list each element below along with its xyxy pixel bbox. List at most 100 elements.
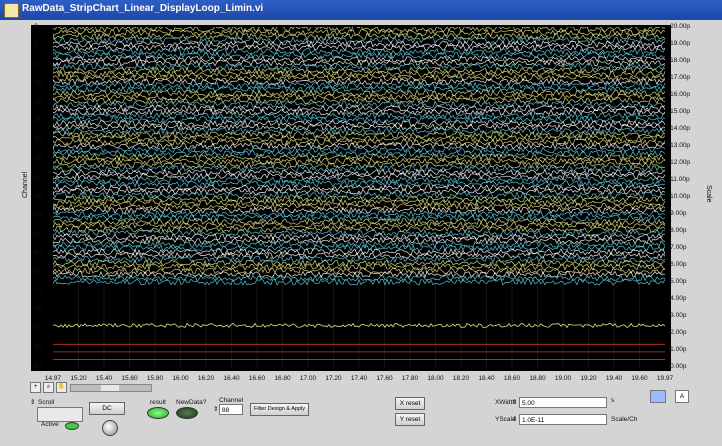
result-led [147, 407, 169, 419]
scale-tick: -13.00p [668, 142, 691, 149]
time-tick: 15.20 [70, 375, 87, 382]
time-tick: 18.60 [503, 375, 521, 382]
yscale-unit: Scale/Ch [611, 416, 638, 423]
channel-tick: 15- [34, 79, 44, 87]
y-axis-title: Channel [22, 171, 29, 198]
scroll-label: Scroll [38, 399, 55, 406]
scroll-spinner-icon[interactable]: ⇕ [30, 398, 35, 406]
time-tick: 19.00 [554, 375, 572, 382]
time-tick: 15.40 [95, 375, 113, 382]
time-tick: 16.00 [172, 375, 189, 382]
time-tick: 19.60 [631, 375, 648, 382]
cursor-tool-icon[interactable]: + [30, 382, 41, 393]
xwidth-input[interactable]: 5.00 [519, 397, 607, 408]
channel-spinner-icon[interactable]: ⇕ [213, 405, 218, 413]
time-tick: 17.40 [350, 375, 368, 382]
yscale-input[interactable]: 1.0E-11 [519, 414, 607, 425]
time-tick: 19.40 [605, 375, 623, 382]
scroll-control[interactable] [37, 407, 83, 422]
time-tick: 18.00 [427, 375, 444, 382]
newdata-led [176, 407, 198, 419]
time-tick: 16.40 [223, 375, 240, 382]
chart-scrollbar[interactable] [70, 384, 152, 392]
xwidth-unit: s [611, 397, 615, 404]
scale-tick: -0.00p [668, 363, 687, 370]
scale-tick: -1.00p [668, 346, 687, 353]
scale-tick: -14.00p [668, 125, 691, 132]
time-tick: 16.20 [197, 375, 215, 382]
time-tick: 15.80 [146, 375, 164, 382]
channel-input[interactable]: 88 [219, 404, 243, 415]
time-tick: 18.40 [478, 375, 495, 382]
y-reset-button[interactable]: Y reset [395, 413, 425, 426]
labview-app-icon [4, 3, 19, 18]
channel-tick: 90- [34, 363, 44, 370]
pan-tool-icon[interactable]: ✋ [56, 382, 67, 393]
scale-tick: -5.00p [668, 278, 687, 285]
scale-tick: -20.00p [668, 23, 691, 30]
time-tick: 19.97 [656, 375, 674, 382]
channel-tick: 30- [34, 136, 44, 144]
active-label: Active [41, 421, 59, 428]
channel-tick: 5- [34, 41, 40, 49]
scrollbar-thumb[interactable] [101, 385, 119, 391]
channel-tick: 0- [34, 23, 40, 30]
scale-tick: -6.00p [668, 261, 687, 268]
channel-tick: 85- [34, 344, 44, 352]
channel-tick: 55- [34, 230, 44, 238]
filter-design-button[interactable]: Filter Design & Apply [250, 403, 309, 416]
channel-tick: 35- [34, 155, 44, 163]
zoom-tool-icon[interactable]: ⌕ [43, 382, 54, 393]
camera-icon[interactable] [650, 390, 666, 403]
scale-tick: -7.00p [668, 244, 687, 251]
channel-tick: 10- [34, 60, 44, 68]
scale-tick: -15.00p [668, 108, 691, 115]
xwidth-spinner-icon[interactable]: ⇕ [512, 398, 517, 406]
channel-tick: 40- [34, 174, 44, 182]
scale-tick: -18.00p [668, 57, 691, 64]
indicator-a: A [675, 390, 689, 403]
time-tick: 17.80 [401, 375, 419, 382]
channel-tick: 60- [34, 249, 44, 257]
channel-label: Channel [219, 397, 244, 404]
scale-tick: -4.00p [668, 295, 687, 302]
scale-tick: -9.00p [668, 210, 687, 217]
scale-tick: -16.00p [668, 91, 691, 98]
graph-palette: + ⌕ ✋ [30, 382, 67, 393]
newdata-label: NewData? [176, 399, 207, 406]
time-tick: 17.60 [376, 375, 393, 382]
channel-tick: 50- [34, 211, 44, 219]
scale-tick: -3.00p [668, 312, 687, 319]
active-knob[interactable] [102, 420, 118, 436]
right-axis-title: Scale [705, 185, 712, 203]
time-tick: 19.20 [580, 375, 597, 382]
scale-tick: -8.00p [668, 227, 687, 234]
channel-tick: 45- [34, 193, 44, 200]
scale-tick: -2.00p [668, 329, 687, 336]
strip-chart-plot[interactable] [53, 27, 665, 367]
channel-tick: 20- [34, 98, 44, 106]
time-tick: 18.20 [452, 375, 470, 382]
scale-tick: -10.00p [668, 193, 691, 200]
title-bar: RawData_StripChart_Linear_DisplayLoop_Li… [0, 0, 722, 20]
dc-button[interactable]: DC [89, 402, 125, 415]
time-tick: 16.80 [274, 375, 291, 382]
scale-tick: -11.00p [668, 176, 690, 183]
window-title: RawData_StripChart_Linear_DisplayLoop_Li… [22, 3, 264, 14]
yscale-spinner-icon[interactable]: ⇕ [512, 415, 517, 423]
time-tick: 17.20 [325, 375, 342, 382]
channel-tick: 75- [34, 306, 44, 314]
x-reset-button[interactable]: X reset [395, 397, 425, 410]
scale-tick: -17.00p [668, 74, 691, 81]
channel-tick: 25- [34, 117, 44, 125]
time-tick: 17.00 [299, 375, 317, 382]
channel-tick: 65- [34, 268, 44, 276]
active-indicator [65, 422, 79, 430]
result-label: result [150, 399, 166, 406]
time-tick: 15.60 [121, 375, 138, 382]
time-tick: 16.60 [248, 375, 266, 382]
scale-tick: -19.00p [668, 40, 691, 47]
scale-tick: -12.00p [668, 159, 691, 166]
time-tick: 18.80 [529, 375, 546, 382]
time-tick: 14.97 [44, 375, 62, 382]
